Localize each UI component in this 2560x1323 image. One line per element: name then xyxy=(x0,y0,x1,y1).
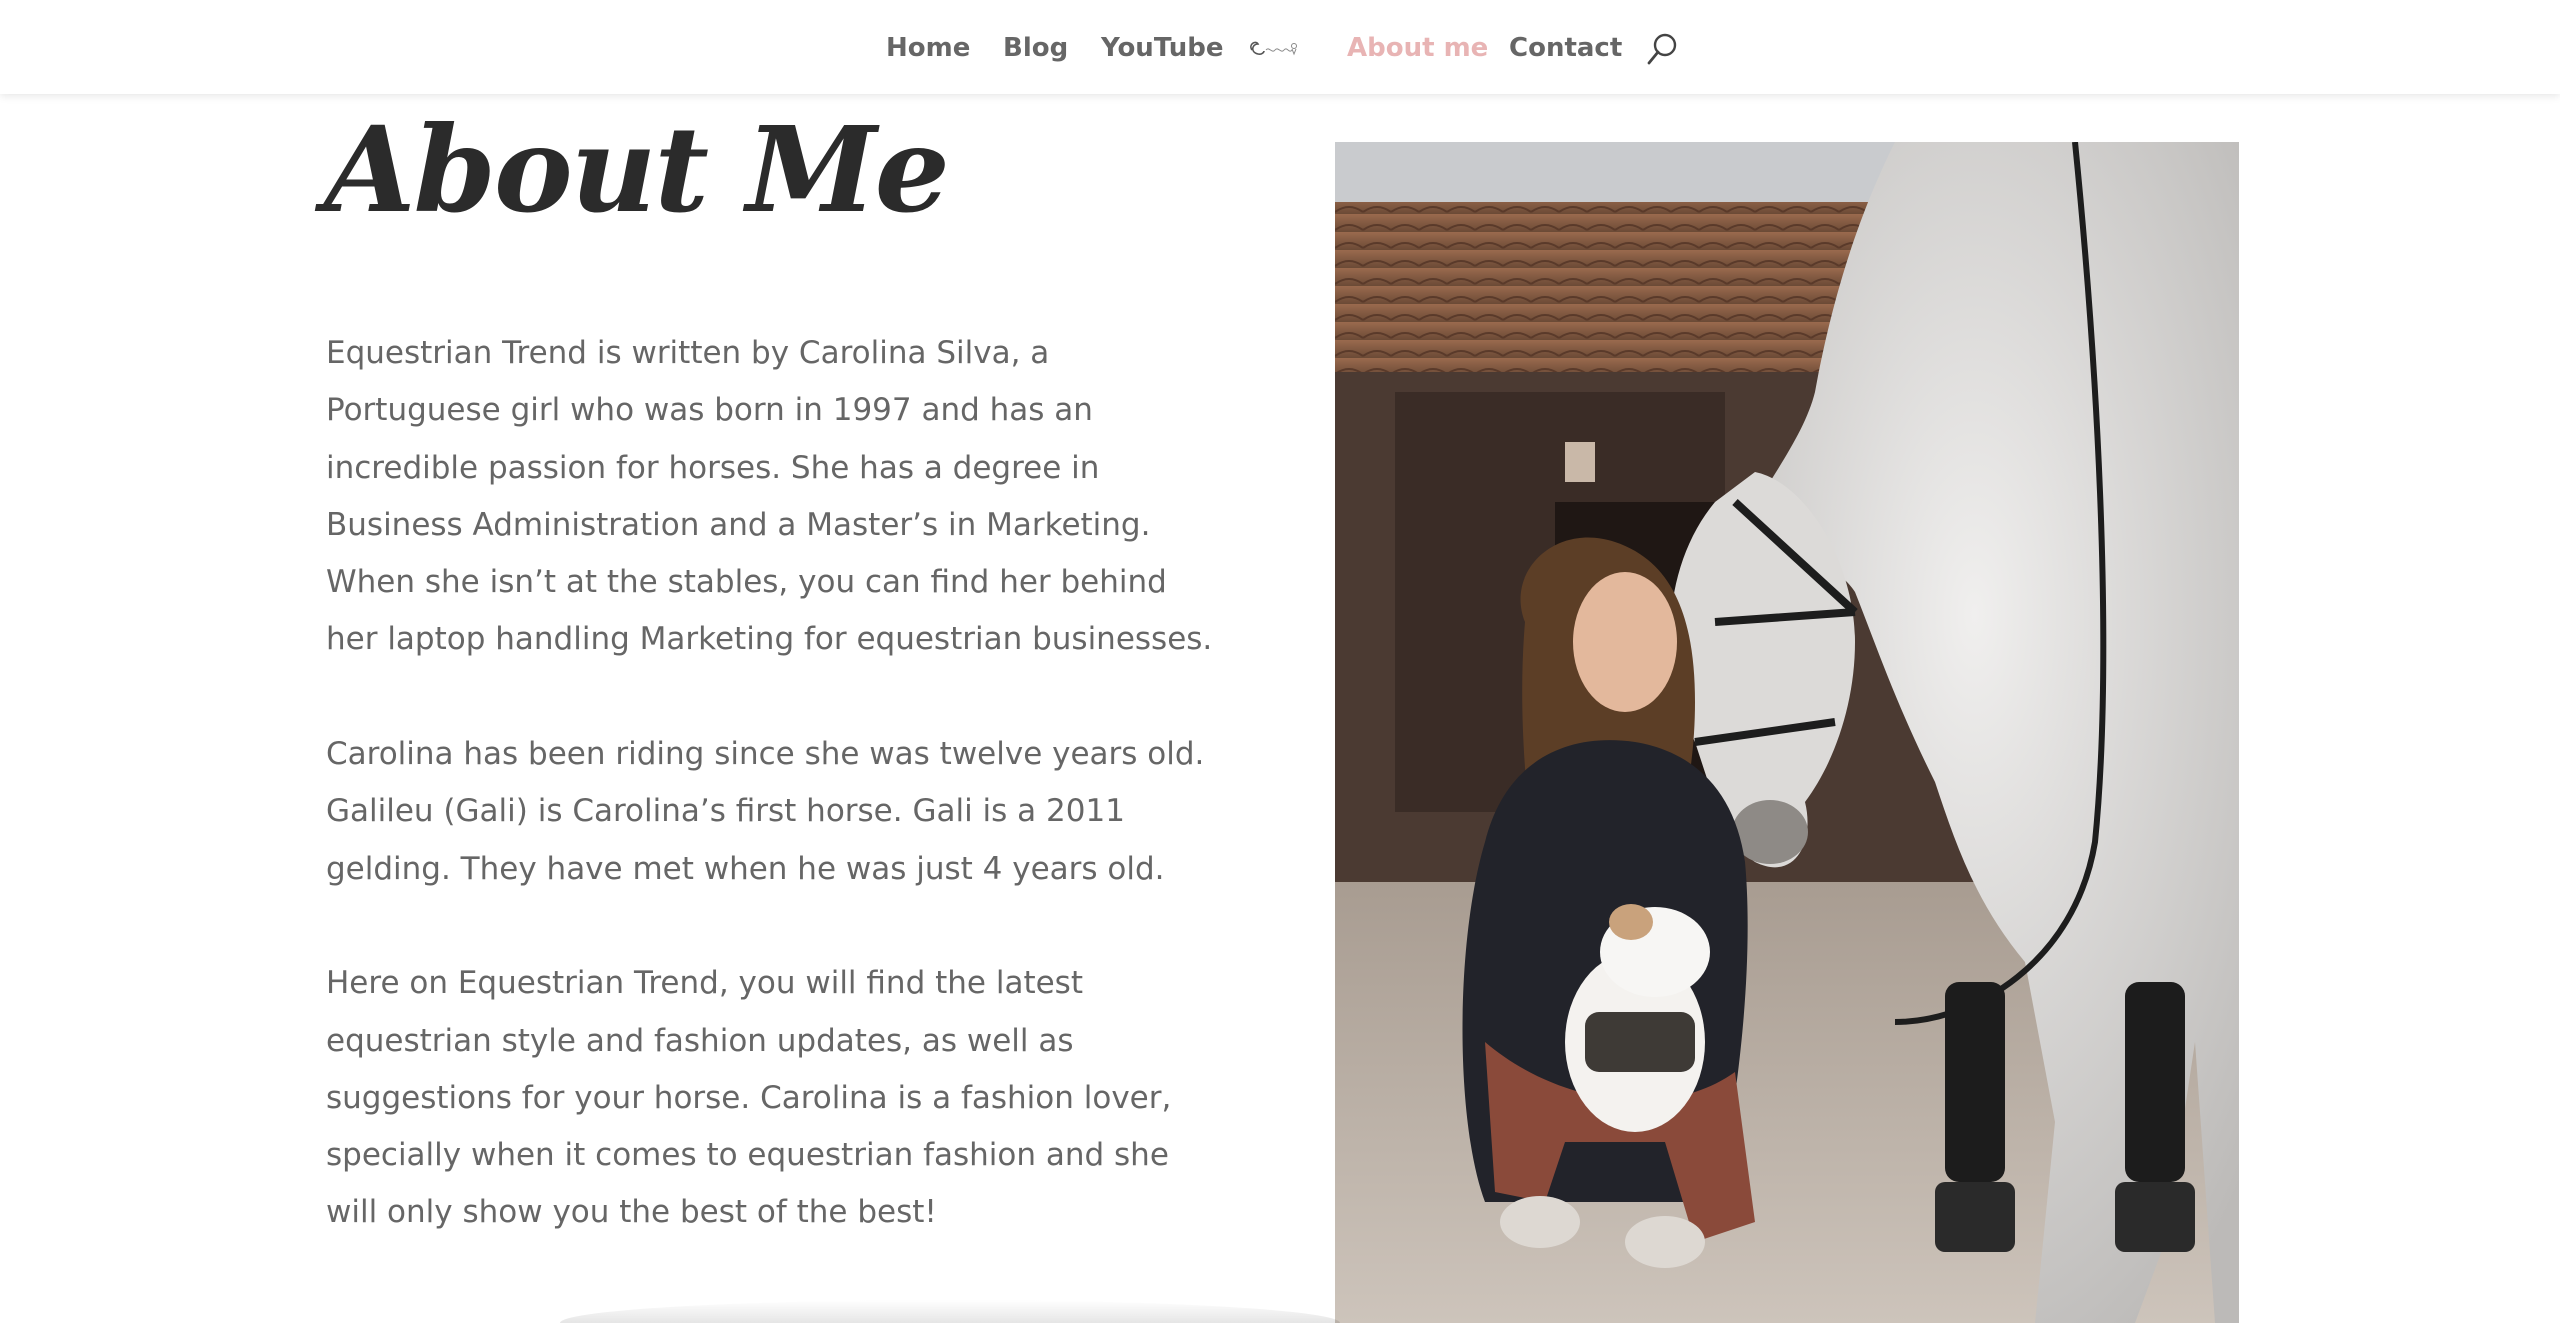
about-paragraph-1: Equestrian Trend is written by Carolina … xyxy=(326,335,1213,658)
site-header: Home Blog YouTube About me Contact xyxy=(0,0,2560,94)
about-paragraph-2: Carolina has been riding since she was t… xyxy=(326,736,1205,887)
script-logo-icon[interactable] xyxy=(1246,32,1302,64)
nav-youtube-link[interactable]: YouTube xyxy=(1101,28,1223,68)
about-photo xyxy=(1335,142,2239,1323)
search-icon[interactable] xyxy=(1646,32,1680,66)
about-text: Equestrian Trend is written by Carolina … xyxy=(326,325,1226,1242)
nav-home-link[interactable]: Home xyxy=(886,28,970,68)
main-nav: Home Blog YouTube About me Contact xyxy=(0,28,2560,68)
page-title: About Me xyxy=(324,100,950,239)
footer-shadow xyxy=(560,1300,1340,1323)
about-paragraph-3: Here on Equestrian Trend, you will find … xyxy=(326,965,1172,1231)
nav-about-link[interactable]: About me xyxy=(1347,28,1488,68)
nav-blog-link[interactable]: Blog xyxy=(1003,28,1068,68)
photo-illustration xyxy=(1335,142,2239,1323)
nav-contact-link[interactable]: Contact xyxy=(1509,28,1622,68)
